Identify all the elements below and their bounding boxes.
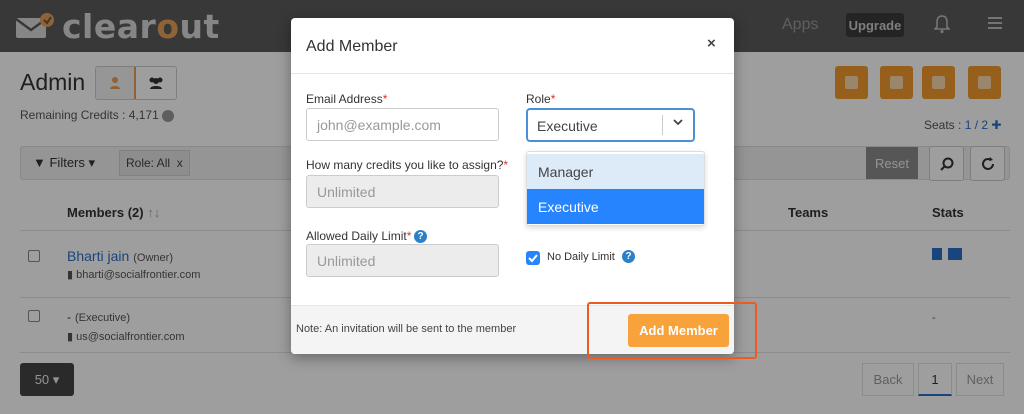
help-icon[interactable]: ? [414, 230, 427, 243]
no-daily-limit-label[interactable]: No Daily Limit [547, 251, 615, 263]
role-select[interactable]: Executive [526, 108, 695, 142]
credits-field[interactable]: Unlimited [306, 175, 499, 208]
modal-header: Add Member × [291, 18, 734, 74]
check-icon [528, 254, 538, 263]
select-separator [662, 115, 663, 135]
close-icon[interactable]: × [707, 35, 716, 52]
modal-title: Add Member [306, 38, 398, 55]
email-field[interactable]: john@example.com [306, 108, 499, 141]
credits-label: How many credits you like to assign?* [306, 158, 509, 172]
role-dropdown-menu: Manager Executive [526, 151, 705, 226]
role-option-executive[interactable]: Executive [527, 189, 704, 224]
role-option-manager[interactable]: Manager [527, 154, 704, 189]
daily-limit-label: Allowed Daily Limit* [306, 229, 412, 243]
help-icon[interactable]: ? [622, 250, 635, 263]
role-label: Role* [526, 92, 556, 106]
chevron-down-icon[interactable] [673, 117, 683, 127]
highlight-box [587, 302, 757, 359]
email-label: Email Address* [306, 92, 388, 106]
no-daily-limit-checkbox[interactable] [526, 251, 540, 265]
role-selected-value: Executive [537, 118, 598, 134]
invitation-note: Note: An invitation will be sent to the … [296, 323, 517, 335]
daily-limit-field[interactable]: Unlimited [306, 244, 499, 277]
